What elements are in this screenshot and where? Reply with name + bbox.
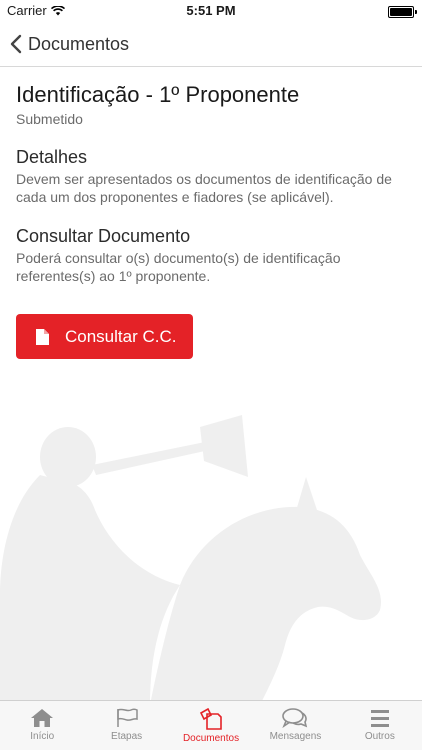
tab-documentos[interactable]: Documentos [169,701,253,750]
tab-inicio[interactable]: Início [0,701,84,750]
tab-label: Etapas [111,731,143,742]
navigation-bar: Documentos [0,22,422,67]
status-time: 5:51 PM [186,3,236,18]
consult-document-button[interactable]: Consultar C.C. [16,314,193,359]
document-icon [36,328,49,345]
back-label: Documentos [28,33,130,54]
battery-icon [388,6,417,18]
menu-icon [370,710,389,727]
documents-icon [199,708,222,730]
details-heading: Detalhes [16,147,88,167]
tab-mensagens[interactable]: Mensagens [253,701,337,750]
tab-label: Outros [364,731,395,742]
status-subtitle: Submetido [16,111,83,127]
main-content: Identificação - 1º Proponente Submetido … [16,82,406,359]
tab-bar: Início Etapas Documentos Mensagens Outro… [0,700,422,750]
tab-label: Mensagens [269,731,322,742]
battery-level [390,8,412,16]
consult-body: Poderá consultar o(s) documento(s) de id… [16,250,341,284]
flag-icon [116,708,138,727]
chat-bubbles-icon [282,708,308,728]
status-bar: Carrier 5:51 PM [0,0,422,22]
tab-label: Início [30,731,55,742]
home-icon [31,709,54,727]
tab-outros[interactable]: Outros [338,701,422,750]
consult-section: Consultar Documento Poderá consultar o(s… [16,226,406,285]
herald-watermark-icon [0,415,381,705]
chevron-left-icon [10,34,22,54]
consult-heading: Consultar Documento [16,226,191,246]
tab-label: Documentos [182,733,240,744]
back-button[interactable]: Documentos [10,22,129,66]
consult-button-label: Consultar C.C. [65,326,177,346]
tab-etapas[interactable]: Etapas [84,701,168,750]
page-title: Identificação - 1º Proponente [16,82,300,107]
details-body: Devem ser apresentados os documentos de … [16,171,392,205]
details-section: Detalhes Devem ser apresentados os docum… [16,147,406,206]
